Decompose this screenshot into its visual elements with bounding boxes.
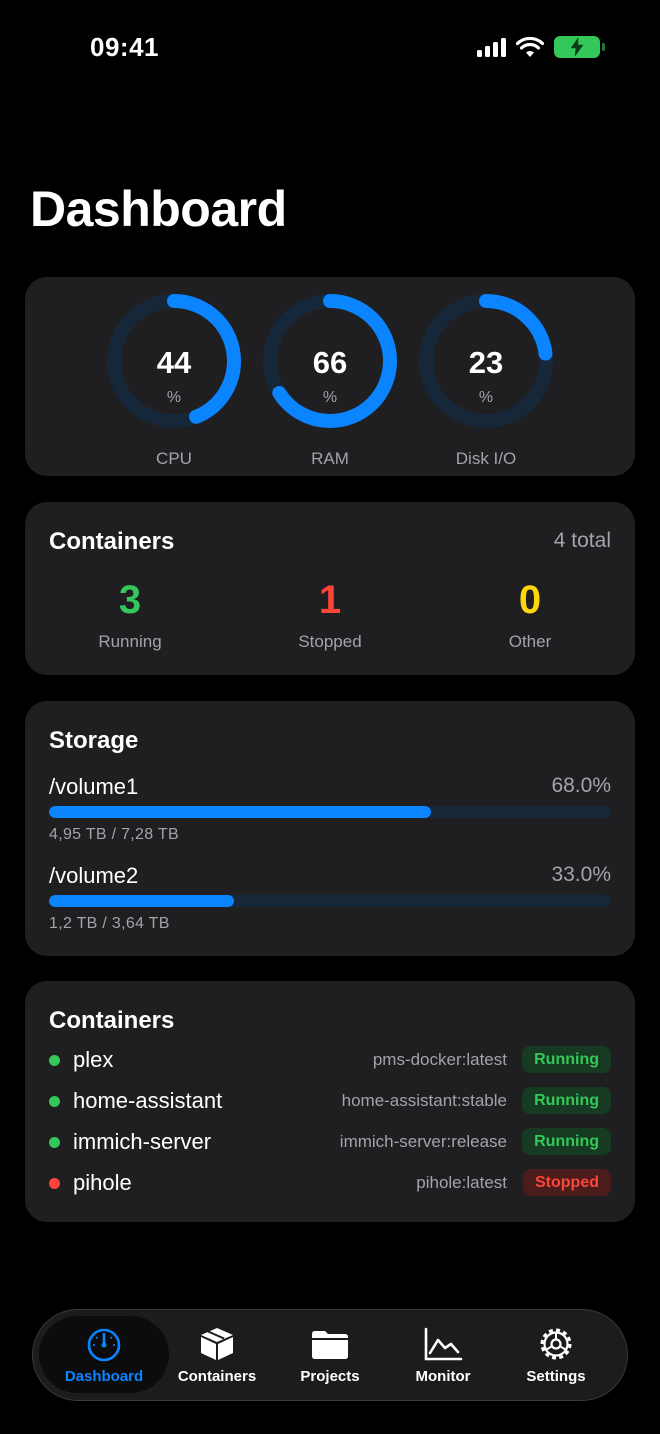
disk-io-gauge: 23 % Disk I/O: [418, 293, 554, 468]
tab-label: Settings: [526, 1368, 586, 1385]
status-icons: [477, 36, 605, 58]
tab-projects[interactable]: Projects: [274, 1310, 386, 1399]
gear-icon: [540, 1328, 572, 1360]
folder-icon: [312, 1331, 348, 1359]
other-label: Other: [508, 632, 552, 651]
tab-label: Monitor: [415, 1368, 471, 1385]
disk-io-gauge-label: Disk I/O: [455, 449, 517, 468]
container-image: pihole:latest: [416, 1173, 507, 1192]
disk-io-gauge-value: 23: [468, 345, 504, 380]
tab-containers[interactable]: Containers: [161, 1310, 273, 1399]
container-row[interactable]: plex pms-docker:latest Running: [49, 1044, 611, 1078]
cpu-gauge-unit: %: [166, 389, 182, 406]
page-title: Dashboard: [30, 181, 287, 237]
volume-usage-bar: [49, 895, 611, 907]
status-badge: Running: [522, 1087, 611, 1114]
stopped-stat: 1 Stopped: [250, 578, 410, 652]
running-count: 3: [118, 578, 142, 622]
signal-icon: [477, 37, 506, 57]
volume-usage-fill: [49, 895, 235, 907]
volume-size: 1,2 TB / 3,64 TB: [49, 915, 170, 932]
other-stat: 0 Other: [450, 578, 610, 652]
volume-name: /volume1: [49, 774, 139, 799]
chart-line-icon: [424, 1327, 463, 1361]
volume-name: /volume2: [49, 863, 139, 888]
running-label: Running: [98, 632, 162, 651]
container-name: plex: [73, 1047, 114, 1072]
cpu-gauge-value: 44: [156, 345, 192, 380]
containers-list-title: Containers: [49, 1007, 175, 1034]
status-dot: [49, 1178, 60, 1189]
tab-label: Projects: [300, 1368, 360, 1385]
cpu-gauge: 44 % CPU: [106, 293, 242, 468]
containers-summary-card[interactable]: Containers 4 total 3 Running 1 Stopped 0…: [25, 502, 635, 675]
container-image: pms-docker:latest: [372, 1050, 507, 1069]
status-dot: [49, 1055, 60, 1066]
running-stat: 3 Running: [50, 578, 210, 652]
wifi-icon: [516, 36, 544, 57]
status-dot: [49, 1137, 60, 1148]
container-row[interactable]: immich-server immich-server:release Runn…: [49, 1126, 611, 1160]
ram-gauge-value: 66: [312, 345, 348, 380]
stopped-count: 1: [318, 578, 342, 622]
disk-io-gauge-unit: %: [478, 389, 494, 406]
container-row[interactable]: home-assistant home-assistant:stable Run…: [49, 1085, 611, 1119]
status-time: 09:41: [90, 32, 159, 62]
ram-gauge: 66 % RAM: [262, 293, 398, 468]
status-dot: [49, 1096, 60, 1107]
status-badge: Running: [522, 1128, 611, 1155]
cpu-gauge-label: CPU: [156, 449, 192, 468]
stopped-label: Stopped: [298, 632, 362, 651]
status-badge: Stopped: [523, 1169, 611, 1196]
cube-icon: [201, 1328, 233, 1360]
container-name: immich-server: [73, 1129, 212, 1154]
container-row[interactable]: pihole pihole:latest Stopped: [49, 1167, 611, 1201]
ram-gauge-label: RAM: [311, 449, 349, 468]
gauge-icon: [87, 1328, 121, 1362]
containers-summary-title: Containers: [49, 528, 175, 555]
storage-card: Storage /volume1 68.0% 4,95 TB / 7,28 TB…: [25, 701, 635, 956]
volume-percent: 68.0%: [551, 774, 611, 797]
containers-total: 4 total: [553, 529, 611, 552]
ram-gauge-unit: %: [322, 389, 338, 406]
volume-usage-fill: [49, 806, 432, 818]
storage-title: Storage: [49, 727, 139, 754]
other-count: 0: [518, 578, 542, 622]
tab-dashboard[interactable]: Dashboard: [39, 1316, 169, 1393]
resource-gauges-card: 44 % CPU 66 % RAM 23 % Disk I/O: [25, 277, 635, 476]
tab-monitor[interactable]: Monitor: [387, 1310, 499, 1399]
volume-percent: 33.0%: [551, 863, 611, 886]
tab-bar: Dashboard Containers Projects Monitor Se…: [32, 1309, 628, 1401]
tab-settings[interactable]: Settings: [500, 1310, 612, 1399]
status-bar: 09:41: [0, 0, 660, 100]
battery-charging-icon: [554, 36, 605, 58]
container-name: pihole: [73, 1170, 132, 1195]
container-image: home-assistant:stable: [341, 1091, 507, 1110]
volume-usage-bar: [49, 806, 611, 818]
tab-label: Containers: [177, 1368, 257, 1385]
container-image: immich-server:release: [339, 1132, 507, 1151]
containers-list-card: Containers plex pms-docker:latest Runnin…: [25, 981, 635, 1222]
status-badge: Running: [522, 1046, 611, 1073]
container-name: home-assistant: [73, 1088, 223, 1113]
volume-size: 4,95 TB / 7,28 TB: [49, 826, 179, 843]
tab-label: Dashboard: [64, 1368, 144, 1385]
